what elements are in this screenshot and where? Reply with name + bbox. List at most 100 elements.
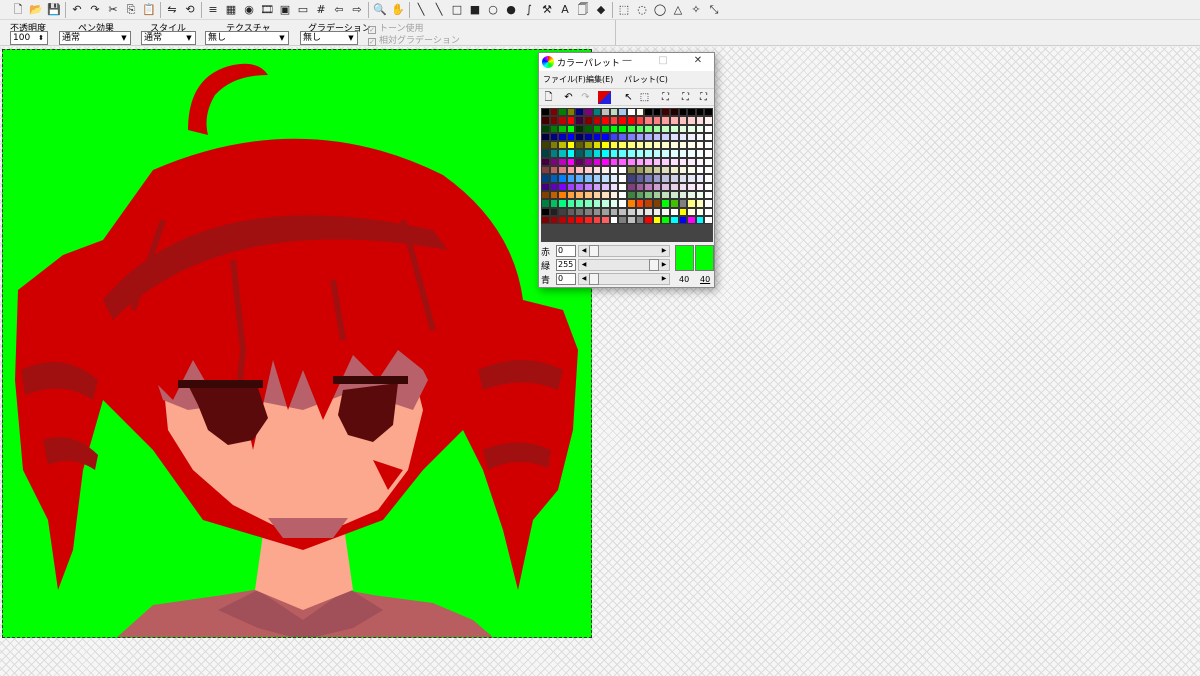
color-swatch[interactable] (635, 166, 645, 175)
color-swatch[interactable] (704, 215, 713, 225)
color-swatch[interactable] (609, 157, 619, 167)
color-swatch[interactable] (687, 166, 696, 175)
color-swatch[interactable] (549, 124, 559, 133)
color-swatch[interactable] (558, 124, 567, 133)
color-swatch[interactable] (575, 132, 584, 142)
color-swatch[interactable] (695, 141, 705, 150)
filled-circle-icon[interactable]: ● (503, 2, 519, 18)
color-mode-icon[interactable] (598, 91, 611, 104)
color-palette-window[interactable]: カラーパレット — □ ✕ ファイル(F) 編集(E) パレット(C) 🗋 ↶ … (538, 52, 715, 288)
minimize-button[interactable]: — (619, 55, 635, 66)
color-swatch[interactable] (635, 182, 645, 191)
color-swatch[interactable] (541, 108, 550, 117)
arrow-left-icon[interactable]: ◀ (580, 260, 588, 270)
flip-icon[interactable]: ⇋ (164, 2, 180, 18)
color-swatch[interactable] (687, 199, 696, 208)
color-swatch[interactable] (609, 116, 619, 125)
color-swatch[interactable] (661, 108, 670, 117)
paste-icon[interactable]: 📋 (141, 2, 157, 18)
color-swatch[interactable] (687, 190, 696, 200)
color-swatch[interactable] (644, 124, 653, 133)
color-swatch[interactable] (592, 166, 602, 175)
color-swatch[interactable] (644, 141, 653, 150)
color-picker-icon[interactable]: ◉ (241, 2, 257, 18)
color-swatch[interactable] (618, 149, 627, 158)
color-swatch[interactable] (669, 157, 679, 167)
color-swatch[interactable] (626, 124, 636, 133)
color-swatch[interactable] (583, 207, 593, 216)
color-swatch[interactable] (635, 108, 645, 117)
color-swatch[interactable] (583, 190, 593, 200)
color-swatch[interactable] (669, 207, 679, 216)
color-swatch[interactable] (609, 207, 619, 216)
color-swatch[interactable] (601, 174, 610, 183)
color-swatch[interactable] (669, 132, 679, 142)
rect-icon[interactable]: □ (449, 2, 465, 18)
color-swatch[interactable] (601, 108, 610, 117)
color-swatch[interactable] (644, 116, 653, 125)
color-swatch[interactable] (704, 190, 713, 200)
relative-gradation-checkbox[interactable]: ✓ 相対グラデーション (368, 33, 460, 46)
color-swatch[interactable] (566, 207, 576, 216)
color-swatch[interactable] (678, 141, 688, 150)
color-swatch[interactable] (541, 141, 550, 150)
color-swatch[interactable] (669, 174, 679, 183)
color-swatch[interactable] (704, 199, 713, 208)
color-swatch[interactable] (669, 182, 679, 191)
color-swatch[interactable] (549, 215, 559, 225)
color-swatch[interactable] (695, 124, 705, 133)
color-swatch[interactable] (678, 215, 688, 225)
color-swatch[interactable] (592, 182, 602, 191)
color-swatch[interactable] (575, 149, 584, 158)
color-swatch[interactable] (687, 124, 696, 133)
bucket-icon[interactable]: 🗍 (575, 2, 591, 18)
rotate-icon[interactable]: ⟲ (182, 2, 198, 18)
color-swatch[interactable] (652, 190, 662, 200)
cut-icon[interactable]: ✂ (105, 2, 121, 18)
color-swatch[interactable] (635, 215, 645, 225)
color-swatch[interactable] (566, 157, 576, 167)
color-swatch[interactable] (644, 199, 653, 208)
color-swatch[interactable] (626, 149, 636, 158)
color-swatch[interactable] (704, 174, 713, 183)
color-swatch[interactable] (644, 207, 653, 216)
color-swatch[interactable] (583, 116, 593, 125)
color-swatch[interactable] (618, 166, 627, 175)
color-swatch[interactable] (601, 215, 610, 225)
color-swatch[interactable] (644, 166, 653, 175)
color-swatch[interactable] (541, 116, 550, 125)
color-swatch[interactable] (601, 116, 610, 125)
color-swatch[interactable] (583, 215, 593, 225)
color-swatch[interactable] (635, 141, 645, 150)
color-swatch[interactable] (549, 116, 559, 125)
color-swatch[interactable] (704, 166, 713, 175)
transform-icon[interactable]: ⤡ (706, 2, 722, 18)
color-swatch[interactable] (575, 141, 584, 150)
color-swatch[interactable] (661, 190, 670, 200)
chevron-down-icon[interactable]: ▼ (119, 32, 129, 44)
color-swatch[interactable] (618, 124, 627, 133)
color-swatch[interactable] (669, 166, 679, 175)
pen-icon[interactable]: ╲ (413, 2, 429, 18)
color-swatch[interactable] (558, 157, 567, 167)
color-swatch[interactable] (626, 157, 636, 167)
filled-rect-icon[interactable]: ■ (467, 2, 483, 18)
color-swatch[interactable] (704, 141, 713, 150)
redo-icon[interactable]: ↷ (87, 2, 103, 18)
color-swatch[interactable] (652, 141, 662, 150)
fill-icon[interactable]: ◆ (593, 2, 609, 18)
color-swatch[interactable] (635, 174, 645, 183)
color-swatch[interactable] (566, 149, 576, 158)
color-swatch[interactable] (592, 190, 602, 200)
color-swatch[interactable] (575, 215, 584, 225)
color-swatch[interactable] (704, 157, 713, 167)
color-swatch[interactable] (601, 132, 610, 142)
color-swatch[interactable] (652, 215, 662, 225)
color-swatch[interactable] (678, 166, 688, 175)
color-swatch[interactable] (541, 149, 550, 158)
color-swatch[interactable] (669, 108, 679, 117)
color-swatch[interactable] (661, 149, 670, 158)
arrow-left-icon[interactable]: ◀ (580, 274, 588, 284)
color-swatch[interactable] (592, 215, 602, 225)
color-swatch[interactable] (661, 182, 670, 191)
